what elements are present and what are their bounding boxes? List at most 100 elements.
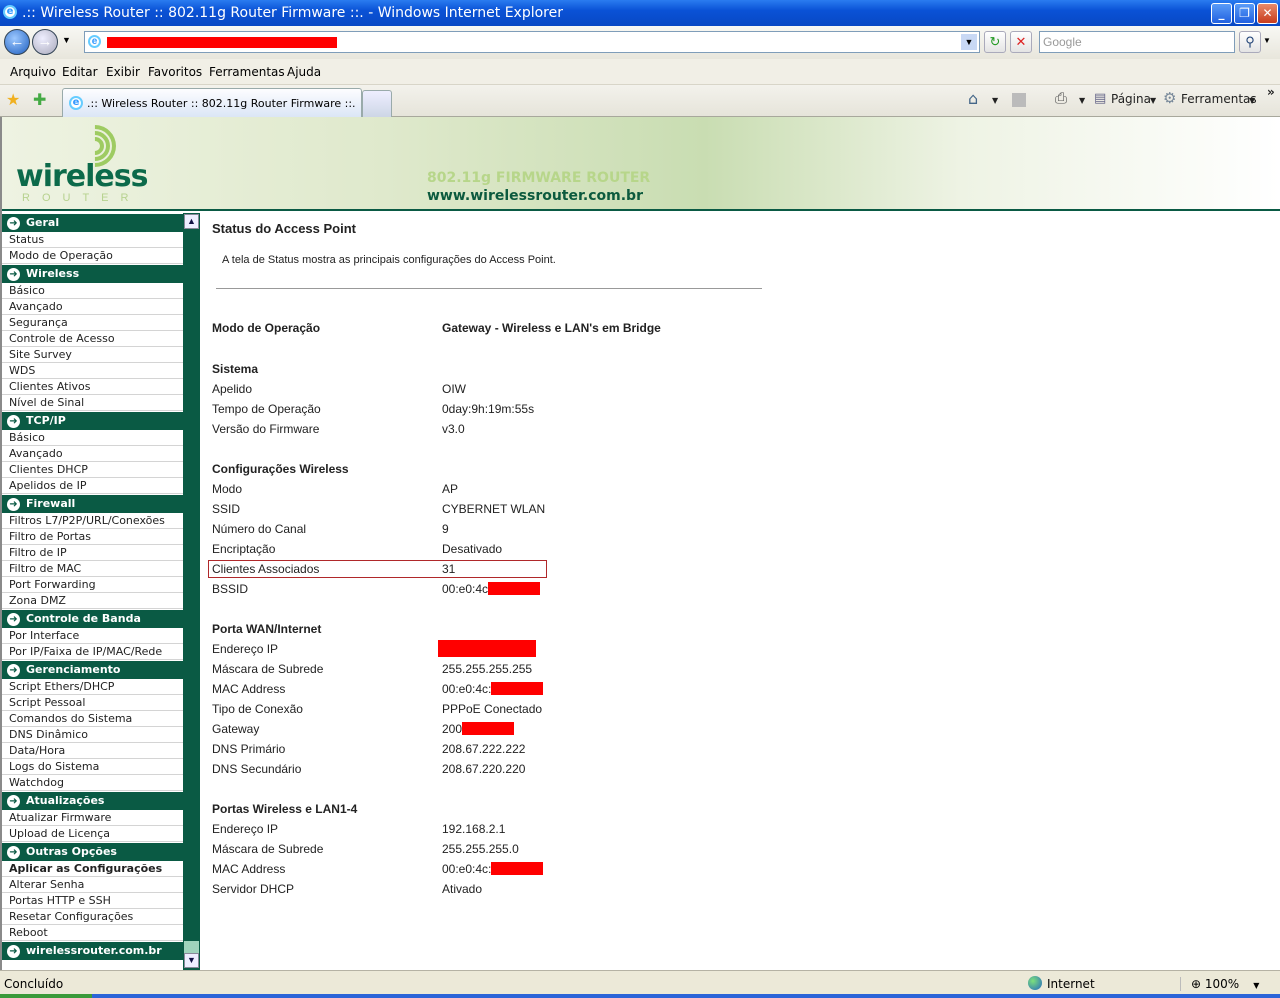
favorites-star-icon[interactable]: ★ <box>6 90 20 109</box>
row-value: PPPoE Conectado <box>442 702 542 716</box>
home-dropdown-icon[interactable]: ▼ <box>992 96 998 105</box>
sidebar-item[interactable]: Zona DMZ <box>2 593 183 609</box>
scroll-down-icon[interactable]: ▼ <box>184 953 199 968</box>
sidebar-item[interactable]: Apelidos de IP <box>2 478 183 494</box>
sidebar-item[interactable]: Avançado <box>2 446 183 462</box>
section-title: Sistema <box>212 362 259 376</box>
row-value: 31 <box>442 562 455 576</box>
sidebar-item[interactable]: Controle de Acesso <box>2 331 183 347</box>
sidebar-item[interactable]: Filtro de Portas <box>2 529 183 545</box>
address-input[interactable]: e ▼ <box>84 31 980 53</box>
sidebar-item[interactable]: Filtro de MAC <box>2 561 183 577</box>
search-icon[interactable]: ⚲ <box>1239 31 1261 53</box>
gear-icon: ⚙ <box>1163 89 1177 107</box>
row-label: Endereço IP <box>212 642 279 656</box>
forward-button[interactable]: → <box>32 29 58 55</box>
sidebar-item[interactable]: Watchdog <box>2 775 183 791</box>
row-value-text: 0day:9h:19m:55s <box>442 402 535 416</box>
sidebar-item[interactable]: Reboot <box>2 925 183 941</box>
menu-favoritos[interactable]: Favoritos <box>148 65 202 79</box>
tab-active[interactable]: e .:: Wireless Router :: 802.11g Router … <box>62 88 362 117</box>
sidebar-item[interactable]: Upload de Licença <box>2 826 183 842</box>
tools-menu-button[interactable]: Ferramentas <box>1181 92 1257 106</box>
sidebar-item[interactable]: Data/Hora <box>2 743 183 759</box>
sidebar-header-label: Geral <box>26 216 60 229</box>
menu-editar[interactable]: Editar <box>62 65 98 79</box>
arrow-right-icon: ➜ <box>7 268 20 281</box>
menu-arquivo[interactable]: Arquivo <box>10 65 56 79</box>
sidebar-item[interactable]: Portas HTTP e SSH <box>2 893 183 909</box>
stop-button[interactable]: ✕ <box>1010 31 1032 53</box>
sidebar-item[interactable]: DNS Dinâmico <box>2 727 183 743</box>
sidebar-item[interactable]: Avançado <box>2 299 183 315</box>
search-options-icon[interactable]: ▼ <box>1263 36 1271 45</box>
sidebar-header-7[interactable]: ➜ Outras Opções <box>2 842 183 861</box>
zoom-dropdown-icon[interactable]: ▼ <box>1253 981 1259 990</box>
sidebar-item[interactable]: Modo de Operação <box>2 248 183 264</box>
more-commands-button[interactable]: » <box>1267 85 1275 99</box>
page-menu-button[interactable]: Página <box>1111 92 1151 106</box>
back-button[interactable]: ← <box>4 29 30 55</box>
zoom-control[interactable]: ⊕ 100% ▼ <box>1180 977 1270 991</box>
menu-ferramentas[interactable]: Ferramentas <box>209 65 285 79</box>
sidebar-item[interactable]: Filtros L7/P2P/URL/Conexões <box>2 513 183 529</box>
print-dropdown-icon[interactable]: ▼ <box>1079 96 1085 105</box>
sidebar-item[interactable]: Clientes DHCP <box>2 462 183 478</box>
sidebar-header-5[interactable]: ➜ Gerenciamento <box>2 660 183 679</box>
sidebar-item[interactable]: Segurança <box>2 315 183 331</box>
sidebar-header-label: Gerenciamento <box>26 663 121 676</box>
new-tab-button[interactable] <box>362 90 392 117</box>
print-icon[interactable]: ⎙ <box>1055 89 1067 107</box>
sidebar-item[interactable]: Básico <box>2 430 183 446</box>
search-input[interactable]: Google <box>1039 31 1235 53</box>
add-favorite-icon[interactable]: ✚ <box>33 90 46 109</box>
close-button[interactable]: ✕ <box>1257 3 1278 24</box>
sidebar-header-4[interactable]: ➜ Controle de Banda <box>2 609 183 628</box>
row-value: 200 <box>442 722 515 736</box>
sidebar-item[interactable]: Comandos do Sistema <box>2 711 183 727</box>
sidebar-item[interactable]: Básico <box>2 283 183 299</box>
menu-exibir[interactable]: Exibir <box>106 65 140 79</box>
mode-value: Gateway - Wireless e LAN's em Bridge <box>442 321 661 335</box>
sidebar-item[interactable]: Aplicar as Configurações <box>2 861 183 877</box>
sidebar-item[interactable]: Site Survey <box>2 347 183 363</box>
sidebar-item[interactable]: Filtro de IP <box>2 545 183 561</box>
sidebar-item[interactable]: Nível de Sinal <box>2 395 183 411</box>
home-icon[interactable]: ⌂ <box>968 89 978 108</box>
sidebar-item[interactable]: Port Forwarding <box>2 577 183 593</box>
sidebar-item[interactable]: Logs do Sistema <box>2 759 183 775</box>
refresh-button[interactable]: ↻ <box>984 31 1006 53</box>
sidebar-scrollbar[interactable]: ▲ ▼ <box>183 213 200 970</box>
taskbar-strip <box>0 994 1280 998</box>
sidebar-header-6[interactable]: ➜ Atualizações <box>2 791 183 810</box>
arrow-right-icon: ➜ <box>7 945 20 958</box>
restore-button[interactable]: ❐ <box>1234 3 1255 24</box>
sidebar-item[interactable]: Status <box>2 232 183 248</box>
menu-ajuda[interactable]: Ajuda <box>287 65 321 79</box>
sidebar-header-1[interactable]: ➜ Wireless <box>2 264 183 283</box>
tools-dropdown-icon[interactable]: ▼ <box>1249 96 1255 105</box>
sidebar-item[interactable]: Por IP/Faixa de IP/MAC/Rede <box>2 644 183 660</box>
sidebar-header-2[interactable]: ➜ TCP/IP <box>2 411 183 430</box>
sidebar-item[interactable]: Script Pessoal <box>2 695 183 711</box>
sidebar-item[interactable]: Resetar Configurações <box>2 909 183 925</box>
scroll-thumb[interactable] <box>184 941 199 953</box>
redacted-block <box>491 862 544 875</box>
sidebar-item[interactable]: Script Ethers/DHCP <box>2 679 183 695</box>
sidebar-item[interactable]: Por Interface <box>2 628 183 644</box>
sidebar-header-0[interactable]: ➜ Geral <box>2 213 183 232</box>
sidebar-header-label: Atualizações <box>26 794 105 807</box>
address-dropdown-icon[interactable]: ▼ <box>961 34 977 50</box>
sidebar-header-8[interactable]: ➜ wirelessrouter.com.br <box>2 941 183 960</box>
minimize-button[interactable]: _ <box>1211 3 1232 24</box>
sidebar-item[interactable]: Alterar Senha <box>2 877 183 893</box>
page-dropdown-icon[interactable]: ▼ <box>1150 96 1156 105</box>
history-dropdown-icon[interactable]: ▼ <box>62 35 71 45</box>
row-label: Versão do Firmware <box>212 422 320 436</box>
scroll-up-icon[interactable]: ▲ <box>184 214 199 229</box>
sidebar-item[interactable]: Atualizar Firmware <box>2 810 183 826</box>
feeds-icon[interactable] <box>1012 93 1026 107</box>
sidebar-item[interactable]: WDS <box>2 363 183 379</box>
sidebar-item[interactable]: Clientes Ativos <box>2 379 183 395</box>
sidebar-header-3[interactable]: ➜ Firewall <box>2 494 183 513</box>
